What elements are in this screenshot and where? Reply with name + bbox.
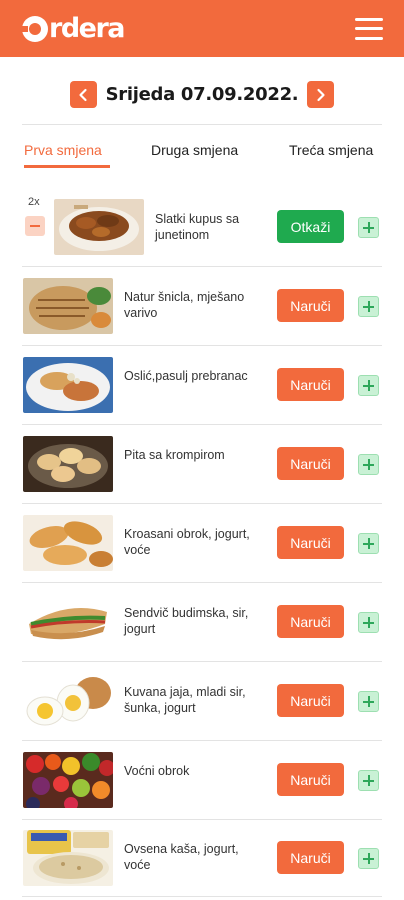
dish-photo [23,752,113,808]
order-button[interactable]: Naruči [277,605,344,638]
cancel-order-button[interactable]: Otkaži [277,210,344,243]
quantity-label: 2x [28,196,40,208]
dish-name: Voćni obrok [124,764,190,778]
list-item: Kuvana jaja, mladi sir, šunka, jogurt Na… [0,673,404,733]
dish-photo [23,830,113,886]
order-button[interactable]: Naruči [277,447,344,480]
ordera-logo[interactable]: rdera [19,13,126,44]
date-navigation: Srijeda 07.09.2022. [0,81,404,108]
add-item-button[interactable] [358,770,379,791]
dish-photo [23,673,113,729]
logo-text: rdera [49,13,126,44]
dish-name: Ovsena kaša, jogurt, voće [124,842,239,872]
dish-photo [23,357,113,413]
order-button[interactable]: Naruči [277,684,344,717]
add-item-button[interactable] [358,296,379,317]
logo-o-mark-icon [19,15,48,42]
list-item: Ovsena kaša, jogurt, voće Naruči [0,830,404,890]
prev-day-button[interactable] [69,81,97,108]
divider [22,740,382,741]
add-item-button[interactable] [358,375,379,396]
tab-treca-smjena[interactable]: Treća smjena [289,142,373,158]
order-button[interactable]: Naruči [277,526,344,559]
dish-photo [23,515,113,571]
divider [22,661,382,662]
shift-tabs: Prva smjena Druga smjena Treća smjena [0,142,404,168]
list-item: Pita sa krompirom Naruči [0,436,404,496]
tab-prva-smjena[interactable]: Prva smjena [24,142,102,158]
dish-name: Kroasani obrok, jogurt, voće [124,527,250,557]
dish-photo [54,199,144,255]
order-button[interactable]: Naruči [277,763,344,796]
add-item-button[interactable] [358,454,379,475]
list-item: Voćni obrok Naruči [0,752,404,812]
list-item: Natur šnicla, mješano varivo Naruči [0,278,404,338]
order-button[interactable]: Naruči [277,841,344,874]
divider [22,424,382,425]
dish-name: Natur šnicla, mješano varivo [124,290,245,320]
divider [22,896,382,897]
add-item-button[interactable] [358,691,379,712]
next-day-button[interactable] [307,81,335,108]
order-button[interactable]: Naruči [277,368,344,401]
chevron-right-icon [317,88,325,101]
dish-name: Sendvič budimska, sir, jogurt [124,606,249,636]
add-item-button[interactable] [358,533,379,554]
list-item: Kroasani obrok, jogurt, voće Naruči [0,515,404,575]
tab-druga-smjena[interactable]: Druga smjena [151,142,238,158]
current-date-label: Srijeda 07.09.2022. [105,84,299,105]
chevron-left-icon [79,88,87,101]
list-item: Oslić,pasulj prebranac Naruči [0,357,404,417]
divider [22,503,382,504]
add-item-button[interactable] [358,217,379,238]
divider [22,266,382,267]
divider [22,582,382,583]
hamburger-menu-icon[interactable] [355,17,383,40]
active-tab-indicator [24,165,110,168]
dish-name: Oslić,pasulj prebranac [124,369,248,383]
dish-photo [23,594,113,650]
list-item: Sendvič budimska, sir, jogurt Naruči [0,594,404,654]
divider [22,345,382,346]
dish-name: Pita sa krompirom [124,448,225,462]
app-header: rdera [0,0,404,57]
add-item-button[interactable] [358,848,379,869]
dish-photo [23,436,113,492]
dish-name: Slatki kupus sa junetinom [155,212,240,242]
divider [22,124,382,125]
dish-name: Kuvana jaja, mladi sir, šunka, jogurt [124,685,246,715]
dish-photo [23,278,113,334]
divider [22,819,382,820]
decrease-quantity-button[interactable] [25,216,45,236]
list-item: 2x Slatki kupus sa junetinom Otkaži [0,196,404,259]
order-button[interactable]: Naruči [277,289,344,322]
add-item-button[interactable] [358,612,379,633]
